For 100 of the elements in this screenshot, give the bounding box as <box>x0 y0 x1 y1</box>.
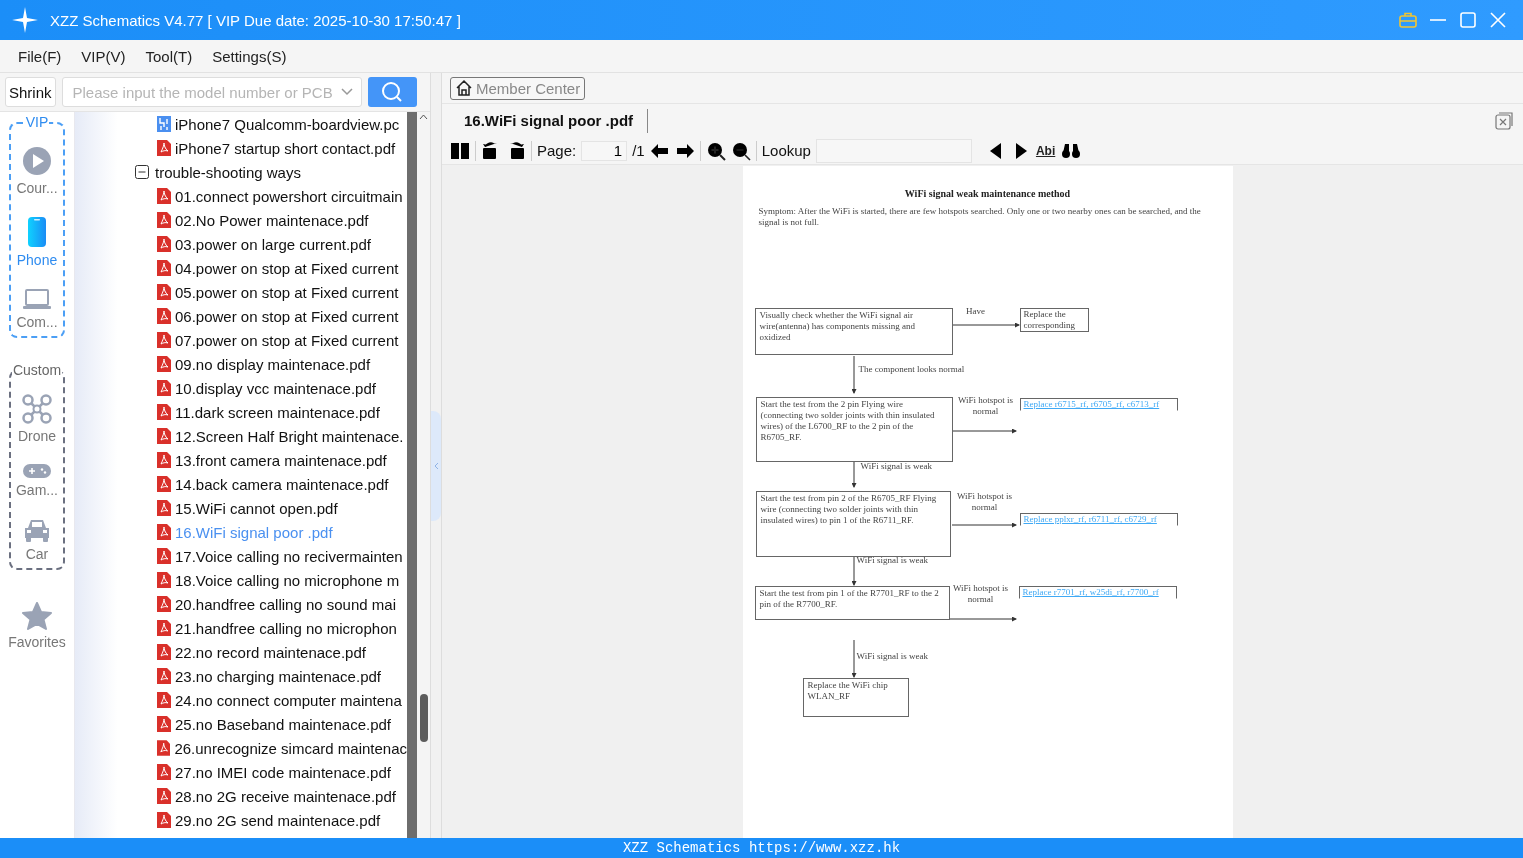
model-search-dropdown[interactable]: Please input the model number or PCB <box>61 77 362 107</box>
page-label: Page: <box>537 142 577 159</box>
flow-arrow <box>952 428 1017 434</box>
file-item[interactable]: 24.no connect computer maintena <box>175 691 402 709</box>
flow-result: Replace the corresponding <box>1019 308 1089 332</box>
pdf-file-icon <box>157 188 171 204</box>
briefcase-icon <box>1399 12 1417 28</box>
file-item[interactable]: 21.handfree calling no microphon <box>175 619 397 637</box>
menu-item[interactable]: Settings(S) <box>204 43 295 69</box>
close-tab-button[interactable] <box>1495 111 1513 130</box>
file-item[interactable]: 05.power on stop at Fixed current <box>175 283 399 301</box>
close-icon <box>1495 111 1513 130</box>
gamepad-icon <box>23 464 51 478</box>
pdf-file-icon <box>157 500 171 516</box>
file-item[interactable]: 23.no charging maintenace.pdf <box>175 667 381 685</box>
favorites-item[interactable]: Favorites <box>8 602 66 650</box>
pdf-file-icon <box>157 476 171 492</box>
window-title: XZZ Schematics V4.77 [ VIP Due date: 2025-10-30 17:50:47 ] <box>50 11 462 29</box>
category-item[interactable]: Drone <box>17 394 57 444</box>
page-number-field[interactable]: 1 <box>581 140 628 161</box>
pdf-file-icon <box>157 692 171 708</box>
file-item[interactable]: 03.power on large current.pdf <box>175 235 371 253</box>
pdf-file-icon <box>157 308 171 324</box>
menu-item[interactable]: File(F) <box>10 43 70 69</box>
maximize-icon <box>1460 12 1476 28</box>
phone-icon <box>27 216 47 248</box>
home-icon <box>455 79 473 97</box>
document-title: WiFi signal weak maintenance method <box>903 188 1072 199</box>
file-item[interactable]: 07.power on stop at Fixed current <box>175 331 399 349</box>
file-item[interactable]: 13.front camera maintenace.pdf <box>175 451 387 469</box>
branch-label: WiFi signal is weak <box>860 461 932 472</box>
file-item[interactable]: 09.no display maintenace.pdf <box>175 355 371 373</box>
document-tab[interactable]: 16.WiFi signal poor .pdf <box>442 108 649 133</box>
pdf-file-icon <box>157 236 171 252</box>
shrink-button[interactable]: Shrink <box>5 77 56 107</box>
menu-item[interactable]: VIP(V) <box>73 43 134 69</box>
scrollbar-thumb[interactable] <box>420 694 428 742</box>
pdf-file-icon <box>157 620 171 636</box>
pdf-file-icon <box>157 764 171 780</box>
file-item[interactable]: 01.connect powershort circuitmain <box>175 187 403 205</box>
flow-arrow <box>851 355 856 394</box>
page-total: /1 <box>632 142 645 159</box>
category-item[interactable]: Phone <box>16 216 58 268</box>
pdf-file-icon <box>157 332 171 348</box>
lookup-label: Lookup <box>761 142 811 159</box>
file-item[interactable]: 20.handfree calling no sound mai <box>175 595 396 613</box>
file-item[interactable]: 28.no 2G receive maintenace.pdf <box>175 787 396 805</box>
pdf-file-icon <box>157 356 171 372</box>
match-case-button[interactable]: Abi <box>1035 143 1056 158</box>
folder-label[interactable]: trouble-shooting ways <box>155 163 301 181</box>
scrollbar[interactable] <box>417 112 430 838</box>
file-item[interactable]: iPhone7 startup short contact.pdf <box>175 139 396 157</box>
flow-step: Visually check whether the WiFi signal air wire(antenna) has components missing and oxidized <box>754 308 953 355</box>
branch-label: WiFi hotspot is normal <box>951 583 1010 605</box>
group-title: VIP <box>24 114 50 130</box>
flow-step: Replace the WiFi chip WLAN_RF <box>802 678 909 717</box>
file-item[interactable]: 22.no record maintenace.pdf <box>175 643 366 661</box>
chevron-left-icon <box>433 462 439 470</box>
symptom-text: Symptom: After the WiFi is started, there are few hotspots searched. Only one or two nearby ones can be searched, and the signal is not full. <box>758 206 1202 228</box>
file-item[interactable]: 18.Voice calling no microphone m <box>175 571 400 589</box>
status-bar: XZZ Schematics https://www.xzz.hk <box>0 838 1523 858</box>
search-button[interactable] <box>367 77 417 107</box>
file-item[interactable]: 17.Voice calling no recivermainten <box>175 547 403 565</box>
zoom-out-icon <box>730 140 751 161</box>
flow-step: Start the test from pin 2 of the R6705_RF Flying wire (connecting two solder joints with thin insulated wires) to pin 1 of the R6711_RF. <box>755 491 951 557</box>
collapse-handle[interactable] <box>431 411 441 521</box>
file-item[interactable]: 06.power on stop at Fixed current <box>175 307 399 325</box>
category-item[interactable]: Cour... <box>16 146 58 196</box>
flow-arrow <box>949 616 1017 622</box>
file-item[interactable]: 02.No Power maintenace.pdf <box>175 211 369 229</box>
file-item[interactable]: 14.back camera maintenace.pdf <box>175 475 389 493</box>
star-icon <box>22 602 52 630</box>
pdf-file-icon <box>157 572 171 588</box>
pdf-file-icon <box>157 140 171 156</box>
pdf-file-icon <box>157 380 171 396</box>
chevron-down-icon <box>340 88 353 96</box>
file-item[interactable]: 27.no IMEI code maintenace.pdf <box>175 763 391 781</box>
zoom-in-icon <box>705 140 726 161</box>
file-item[interactable]: 25.no Baseband maintenace.pdf <box>175 715 391 733</box>
branch-label: WiFi signal is weak <box>856 555 928 566</box>
category-item[interactable]: Gam... <box>16 464 58 498</box>
laptop-icon <box>22 288 52 310</box>
file-item[interactable]: 15.WiFi cannot open.pdf <box>175 499 338 517</box>
file-item[interactable]: 12.Screen Half Bright maintenace. <box>175 427 404 445</box>
scroll-up-icon <box>419 114 428 120</box>
menu-item[interactable]: Tool(T) <box>137 43 201 69</box>
category-item[interactable]: Car <box>23 518 51 562</box>
file-item[interactable]: 04.power on stop at Fixed current <box>175 259 399 277</box>
file-item[interactable]: 10.display vcc maintenace.pdf <box>175 379 376 397</box>
drone-icon <box>22 394 52 424</box>
category-item[interactable]: Com... <box>16 288 58 330</box>
file-item[interactable]: iPhone7 Qualcomm-boardview.pc <box>175 115 400 133</box>
file-item[interactable]: 26.unrecognize simcard maintenac <box>174 739 407 757</box>
file-item[interactable]: 11.dark screen maintenace.pdf <box>175 403 380 421</box>
file-item[interactable]: 29.no 2G send maintenace.pdf <box>175 811 381 829</box>
play-icon <box>22 146 52 176</box>
collapse-toggle-icon[interactable] <box>135 165 149 179</box>
pdf-file-icon <box>157 596 171 612</box>
branch-label: WiFi signal is weak <box>856 651 928 662</box>
pdf-file-icon <box>157 452 171 468</box>
